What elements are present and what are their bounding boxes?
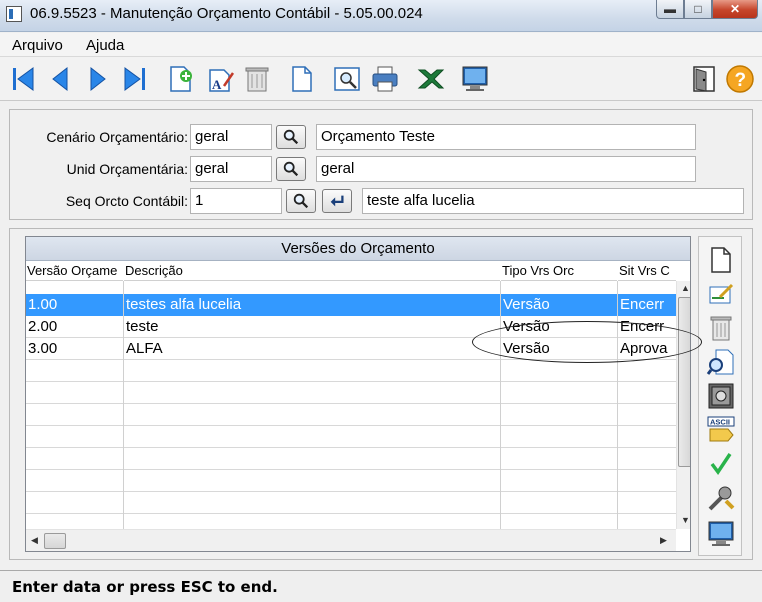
cell-sit: Encerr	[620, 296, 665, 313]
monitor-icon[interactable]	[706, 519, 736, 549]
column-header-tipo[interactable]: Tipo Vrs Orc	[501, 261, 617, 281]
delete-record-icon[interactable]	[241, 63, 273, 95]
trash-icon[interactable]	[706, 313, 736, 343]
unid-label: Unid Orçamentária:	[66, 161, 188, 177]
cell-tipo: Versão	[503, 296, 550, 313]
unid-search-button[interactable]	[276, 157, 306, 181]
cenario-code-input[interactable]: geral	[190, 124, 272, 150]
versions-panel: Versões do Orçamento Versão Orçame Descr…	[9, 228, 753, 560]
scroll-up-icon[interactable]: ▲	[681, 283, 690, 293]
tools-icon[interactable]	[706, 483, 736, 513]
menu-arquivo[interactable]: Arquivo	[12, 37, 63, 54]
ascii-label: ASCII	[710, 418, 730, 427]
print-icon[interactable]	[369, 63, 401, 95]
screen-icon[interactable]	[459, 63, 491, 95]
scroll-down-icon[interactable]: ▼	[681, 515, 690, 525]
svg-text:?: ?	[735, 70, 747, 91]
new-page-icon[interactable]	[706, 245, 736, 275]
edit-record-icon[interactable]: A	[205, 63, 237, 95]
scroll-left-icon[interactable]: ◀	[31, 535, 38, 546]
app-icon	[6, 6, 22, 22]
first-record-icon[interactable]	[8, 63, 40, 95]
cell-descricao: testes alfa lucelia	[126, 296, 242, 313]
cenario-search-button[interactable]	[276, 125, 306, 149]
versions-grid: Versões do Orçamento Versão Orçame Descr…	[25, 236, 691, 552]
column-divider	[500, 281, 501, 529]
cenario-description-field: Orçamento Teste	[316, 124, 696, 150]
seq-label: Seq Orcto Contábil:	[65, 193, 188, 209]
header-form-panel: Cenário Orçamentário: geral Orçamento Te…	[9, 109, 753, 220]
cell-descricao: teste	[126, 318, 159, 335]
document-icon[interactable]	[286, 63, 318, 95]
check-icon[interactable]	[706, 449, 736, 479]
preview-icon[interactable]	[331, 63, 363, 95]
previous-record-icon[interactable]	[44, 63, 76, 95]
menu-bar: Arquivo Ajuda	[0, 33, 762, 57]
status-text: Enter data or press ESC to end.	[12, 578, 278, 596]
seq-enter-button[interactable]	[322, 189, 352, 213]
grid-title: Versões do Orçamento	[26, 237, 690, 261]
column-divider	[123, 281, 124, 529]
maximize-button[interactable]: □	[684, 0, 712, 19]
toolbar: A ?	[0, 57, 762, 101]
search-doc-icon[interactable]	[706, 347, 736, 377]
scroll-right-icon[interactable]: ▶	[660, 535, 667, 546]
ascii-icon[interactable]: ASCII	[706, 415, 736, 445]
add-record-icon[interactable]	[165, 63, 197, 95]
title-bar: 06.9.5523 - Manutenção Orçamento Contábi…	[0, 0, 762, 32]
edit-pen-icon[interactable]	[706, 279, 736, 309]
window-controls: ▬ □ ✕	[656, 0, 758, 20]
seq-description-field: teste alfa lucelia	[362, 188, 744, 214]
safe-icon[interactable]	[706, 381, 736, 411]
unid-description-field: geral	[316, 156, 696, 182]
highlight-ellipse-annotation	[472, 321, 702, 363]
cenario-label: Cenário Orçamentário:	[46, 129, 188, 145]
window-title: 06.9.5523 - Manutenção Orçamento Contábi…	[30, 5, 423, 22]
cell-versao: 1.00	[28, 296, 58, 313]
seq-search-button[interactable]	[286, 189, 316, 213]
vertical-scroll-thumb[interactable]	[678, 297, 690, 467]
seq-code-input[interactable]: 1	[190, 188, 282, 214]
close-button[interactable]: ✕	[712, 0, 758, 19]
grid-actions-sidebar: ASCII	[698, 236, 742, 556]
horizontal-scroll-thumb[interactable]	[44, 533, 66, 549]
column-divider	[617, 281, 618, 529]
minimize-button[interactable]: ▬	[656, 0, 684, 19]
excel-icon[interactable]	[414, 63, 446, 95]
cell-descricao: ALFA	[126, 340, 163, 357]
vertical-scrollbar[interactable]: ▲ ▼	[676, 281, 690, 529]
menu-ajuda[interactable]: Ajuda	[86, 37, 124, 54]
column-header-descricao[interactable]: Descrição	[124, 261, 500, 281]
status-bar: Enter data or press ESC to end.	[0, 570, 762, 602]
exit-door-icon[interactable]	[688, 63, 720, 95]
horizontal-scrollbar[interactable]: ◀ ▶	[26, 529, 676, 551]
help-icon[interactable]: ?	[724, 63, 756, 95]
last-record-icon[interactable]	[118, 63, 150, 95]
svg-text:A: A	[212, 77, 222, 92]
column-header-sit[interactable]: Sit Vrs C	[618, 261, 676, 281]
unid-code-input[interactable]: geral	[190, 156, 272, 182]
cell-versao: 2.00	[28, 318, 58, 335]
column-header-versao[interactable]: Versão Orçame	[26, 261, 123, 281]
cell-versao: 3.00	[28, 340, 58, 357]
next-record-icon[interactable]	[82, 63, 114, 95]
